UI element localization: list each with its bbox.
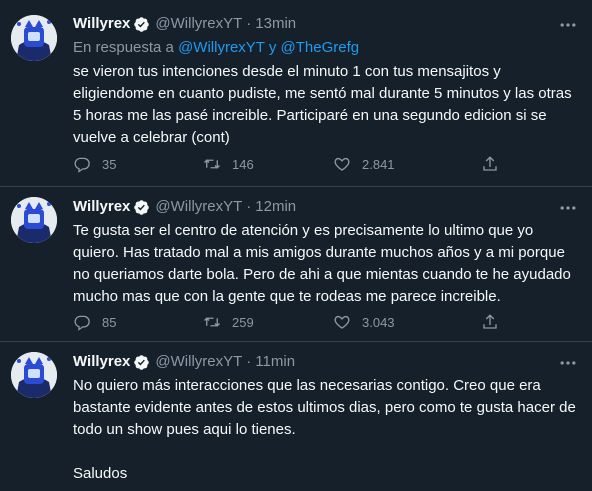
author-name[interactable]: Willyrex (73, 197, 130, 217)
share-icon (483, 156, 497, 171)
tweet-header: Willyrex @WillyrexYT · 12min (73, 197, 296, 217)
tweet-text: se vieron tus intenciones desde el minut… (73, 63, 576, 146)
avatar[interactable] (11, 197, 57, 243)
reply-icon (74, 315, 90, 331)
reply-count: 85 (102, 314, 117, 330)
reply-prefix: En respuesta a (73, 39, 174, 56)
like-count: 2.841 (362, 156, 395, 172)
timestamp[interactable]: 13min (255, 14, 296, 34)
tweet-2[interactable]: Willyrex @WillyrexYT · 12min Te gusta se… (0, 187, 592, 341)
reply-button[interactable]: 85 (73, 313, 116, 331)
retweet-icon (204, 159, 220, 169)
like-count: 3.043 (362, 314, 395, 330)
tweet-header: Willyrex @WillyrexYT · 13min (73, 14, 296, 34)
like-button[interactable]: 3.043 (333, 313, 395, 331)
action-bar: 85 259 3.043 (73, 313, 513, 333)
author-name[interactable]: Willyrex (73, 14, 130, 34)
timestamp[interactable]: 11min (255, 352, 295, 372)
avatar[interactable] (11, 352, 57, 398)
retweet-icon (204, 317, 220, 327)
tweet-text: No quiero más interacciones que las nece… (73, 377, 576, 482)
tweet-1[interactable]: Willyrex @WillyrexYT · 13min En respuest… (0, 0, 592, 186)
author-handle[interactable]: @WillyrexYT (155, 352, 242, 372)
separator-dot: · (246, 15, 252, 32)
tweet-text: Te gusta ser el centro de atención y es … (73, 222, 576, 305)
heart-icon (334, 315, 350, 329)
reply-icon (74, 157, 90, 173)
share-button[interactable] (481, 155, 510, 173)
author-name[interactable]: Willyrex (73, 352, 130, 372)
heart-icon (334, 157, 350, 171)
separator-dot: · (246, 198, 252, 215)
reply-user-link[interactable]: @TheGrefg (281, 39, 360, 56)
retweet-button[interactable]: 146 (203, 155, 254, 173)
separator-dot: · (246, 353, 252, 370)
retweet-count: 259 (232, 314, 254, 330)
more-dots-icon[interactable] (558, 353, 578, 373)
timestamp[interactable]: 12min (255, 197, 296, 217)
more-dots-icon[interactable] (558, 198, 578, 218)
tweet-header: Willyrex @WillyrexYT · 11min (73, 352, 295, 372)
tweet-3[interactable]: Willyrex @WillyrexYT · 11min No quiero m… (0, 342, 592, 491)
share-icon (483, 314, 497, 329)
verified-badge-icon (134, 354, 150, 370)
like-button[interactable]: 2.841 (333, 155, 395, 173)
more-dots-icon[interactable] (558, 15, 578, 35)
avatar[interactable] (11, 15, 57, 61)
verified-badge-icon (134, 16, 150, 32)
reply-and: y (268, 39, 277, 56)
retweet-button[interactable]: 259 (203, 313, 254, 331)
action-bar: 35 146 2.841 (73, 155, 513, 175)
reply-button[interactable]: 35 (73, 155, 116, 173)
reply-count: 35 (102, 156, 117, 172)
retweet-count: 146 (232, 156, 254, 172)
verified-badge-icon (134, 199, 150, 215)
reply-user-link[interactable]: @WillyrexYT (178, 39, 265, 56)
reply-context: En respuesta a @WillyrexYT y @TheGrefg (73, 38, 359, 58)
author-handle[interactable]: @WillyrexYT (155, 14, 242, 34)
author-handle[interactable]: @WillyrexYT (155, 197, 242, 217)
share-button[interactable] (481, 313, 510, 331)
